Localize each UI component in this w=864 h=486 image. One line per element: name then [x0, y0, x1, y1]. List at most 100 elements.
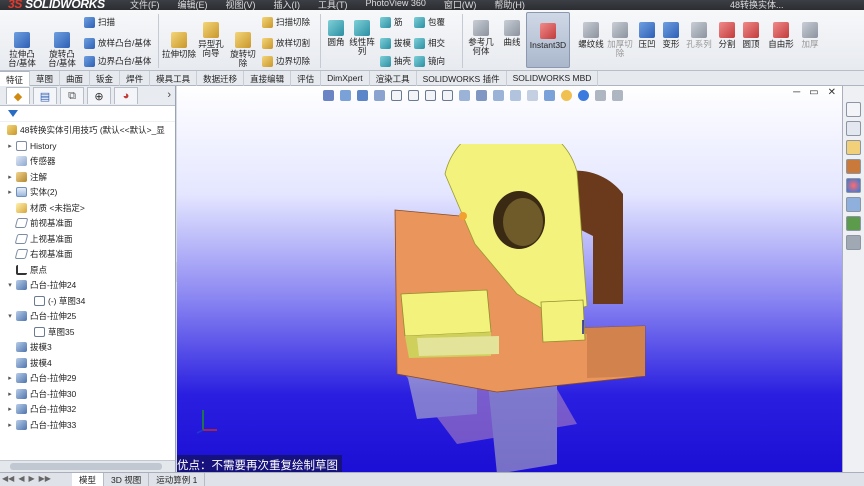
tab-solidworks-addins[interactable]: SOLIDWORKS 插件 — [417, 71, 507, 86]
curves-button[interactable]: 曲线 — [500, 20, 524, 47]
loft-button[interactable]: 放样凸台/基体 — [84, 37, 151, 49]
view-settings-icon[interactable] — [595, 90, 606, 101]
feature-manager-tab[interactable]: ◆ — [6, 87, 30, 104]
prev-tab-icon[interactable]: ◀ — [18, 474, 24, 483]
sweep-button[interactable]: 扫描 — [84, 16, 115, 28]
previous-view-icon[interactable] — [357, 90, 368, 101]
scrollbar-thumb[interactable] — [10, 463, 162, 470]
feature-tree-item[interactable]: ▾ 凸台-拉伸25 — [0, 309, 175, 325]
horizontal-scrollbar[interactable] — [0, 460, 175, 472]
apply-scene-icon[interactable] — [578, 90, 589, 101]
tab-evaluate[interactable]: 评估 — [291, 71, 322, 86]
section-view-icon[interactable] — [374, 90, 385, 101]
property-manager-tab[interactable]: ▤ — [33, 87, 57, 104]
menu-help[interactable]: 帮助(H) — [494, 0, 525, 10]
revolve-boss-button[interactable]: 旋转凸台/基体 — [44, 32, 80, 68]
tree-root[interactable]: 48转换实体引用技巧 (默认<<默认>_显 — [0, 122, 175, 138]
feature-tree-item[interactable]: 材质 <未指定> — [0, 200, 175, 216]
view-palette-icon[interactable] — [846, 159, 861, 174]
hide-show-items-icon[interactable] — [544, 90, 555, 101]
filter-icon[interactable] — [8, 110, 18, 117]
draft-button[interactable]: 拔模 — [380, 37, 411, 49]
menu-window[interactable]: 窗口(W) — [444, 0, 477, 10]
tab-features[interactable]: 特征 — [0, 71, 31, 86]
front-view-icon[interactable] — [391, 90, 402, 101]
zoom-area-icon[interactable] — [340, 90, 351, 101]
boundary-boss-button[interactable]: 边界凸台/基体 — [84, 55, 151, 67]
display-manager-tab[interactable]: ◕ — [114, 87, 138, 104]
split-button[interactable]: 分割 — [716, 22, 738, 49]
instant3d-button[interactable]: Instant3D — [526, 12, 570, 68]
freeform-button[interactable]: 自由形 — [766, 22, 796, 49]
solidworks-logo[interactable]: 3S SOLIDWORKS — [8, 0, 105, 10]
boundary-cut-button[interactable]: 边界切除 — [262, 55, 310, 67]
custom-properties-icon[interactable] — [846, 197, 861, 212]
tab-solidworks-mbd[interactable]: SOLIDWORKS MBD — [507, 71, 599, 86]
solidworks-resources-icon[interactable] — [846, 102, 861, 117]
minimize-icon[interactable]: ─ — [793, 87, 800, 98]
thicken-button[interactable]: 加厚 — [798, 22, 822, 49]
next-tab-icon[interactable]: ▶ — [28, 474, 34, 483]
recording-icon[interactable] — [846, 235, 861, 250]
display-style-icon[interactable] — [527, 90, 538, 101]
lofted-cut-button[interactable]: 放样切割 — [262, 37, 310, 49]
close-icon[interactable]: ✕ — [828, 87, 836, 98]
reference-geometry-button[interactable]: 参考几何体 — [466, 20, 496, 56]
extrude-boss-button[interactable]: 拉伸凸台/基体 — [4, 32, 40, 68]
wrap-button[interactable]: 包覆 — [414, 16, 445, 28]
tab-sheet-metal[interactable]: 钣金 — [90, 71, 121, 86]
feature-tree-item[interactable]: 原点 — [0, 262, 175, 278]
feature-tree-item[interactable]: ▸ 凸台-拉伸29 — [0, 371, 175, 387]
four-view-icon[interactable] — [442, 90, 453, 101]
expand-toggle-icon[interactable]: ▸ — [6, 142, 14, 150]
hole-series-button[interactable]: 孔系列 — [684, 22, 714, 49]
feature-tree-item[interactable]: 传感器 — [0, 154, 175, 170]
edit-appearance-icon[interactable] — [561, 90, 572, 101]
linear-pattern-button[interactable]: 线性阵列 — [348, 20, 376, 56]
mirror-button[interactable]: 镜向 — [414, 55, 445, 67]
feature-tree-item[interactable]: 前视基准面 — [0, 216, 175, 232]
extruded-cut-button[interactable]: 拉伸切除 — [162, 32, 196, 59]
shell-button[interactable]: 抽壳 — [380, 55, 411, 67]
thicken-cut-button[interactable]: 加厚切除 — [606, 22, 634, 58]
dome-button[interactable]: 圆顶 — [740, 22, 762, 49]
menu-edit[interactable]: 编辑(E) — [178, 0, 208, 10]
restore-icon[interactable]: ▭ — [809, 87, 818, 98]
thread-button[interactable]: 螺纹线 — [576, 22, 606, 49]
tab-surfaces[interactable]: 曲面 — [60, 71, 91, 86]
last-tab-icon[interactable]: ▶▶ — [39, 474, 51, 483]
expand-toggle-icon[interactable]: ▸ — [6, 188, 14, 196]
expand-toggle-icon[interactable]: ▾ — [6, 312, 14, 320]
rib-button[interactable]: 筋 — [380, 16, 403, 28]
swept-cut-button[interactable]: 扫描切除 — [262, 16, 310, 28]
menu-insert[interactable]: 插入(I) — [274, 0, 301, 10]
tab-weldments[interactable]: 焊件 — [120, 71, 151, 86]
tab-mold-tools[interactable]: 模具工具 — [150, 71, 198, 86]
zoom-to-fit-icon[interactable] — [323, 90, 334, 101]
indent-button[interactable]: 压凹 — [636, 22, 658, 49]
pan-icon[interactable] — [493, 90, 504, 101]
feature-tree-item[interactable]: ▾ 凸台-拉伸24 — [0, 278, 175, 294]
menu-photoview[interactable]: PhotoView 360 — [366, 0, 426, 10]
forum-icon[interactable] — [846, 216, 861, 231]
expand-toggle-icon[interactable]: ▸ — [6, 390, 14, 398]
menu-tools[interactable]: 工具(T) — [318, 0, 348, 10]
right-view-icon[interactable] — [425, 90, 436, 101]
top-view-icon[interactable] — [408, 90, 419, 101]
expand-toggle-icon[interactable]: ▸ — [6, 421, 14, 429]
feature-tree-item[interactable]: ▸ 凸台-拉伸33 — [0, 417, 175, 433]
expand-toggle-icon[interactable]: ▸ — [6, 405, 14, 413]
flex-button[interactable]: 变形 — [660, 22, 682, 49]
feature-tree-item[interactable]: 拔模4 — [0, 355, 175, 371]
chevron-right-icon[interactable]: › — [167, 89, 171, 101]
feature-tree-item[interactable]: 草图35 — [0, 324, 175, 340]
fillet-button[interactable]: 圆角 — [324, 20, 348, 47]
revolved-cut-button[interactable]: 旋转切除 — [228, 32, 258, 68]
zoom-icon[interactable] — [459, 90, 470, 101]
expand-toggle-icon[interactable]: ▸ — [6, 173, 14, 181]
tab-direct-editing[interactable]: 直接编辑 — [244, 71, 292, 86]
expand-toggle-icon[interactable]: ▸ — [6, 374, 14, 382]
first-tab-icon[interactable]: ◀◀ — [2, 474, 14, 483]
menu-file[interactable]: 文件(F) — [130, 0, 160, 10]
tab-data-migration[interactable]: 数据迁移 — [197, 71, 245, 86]
